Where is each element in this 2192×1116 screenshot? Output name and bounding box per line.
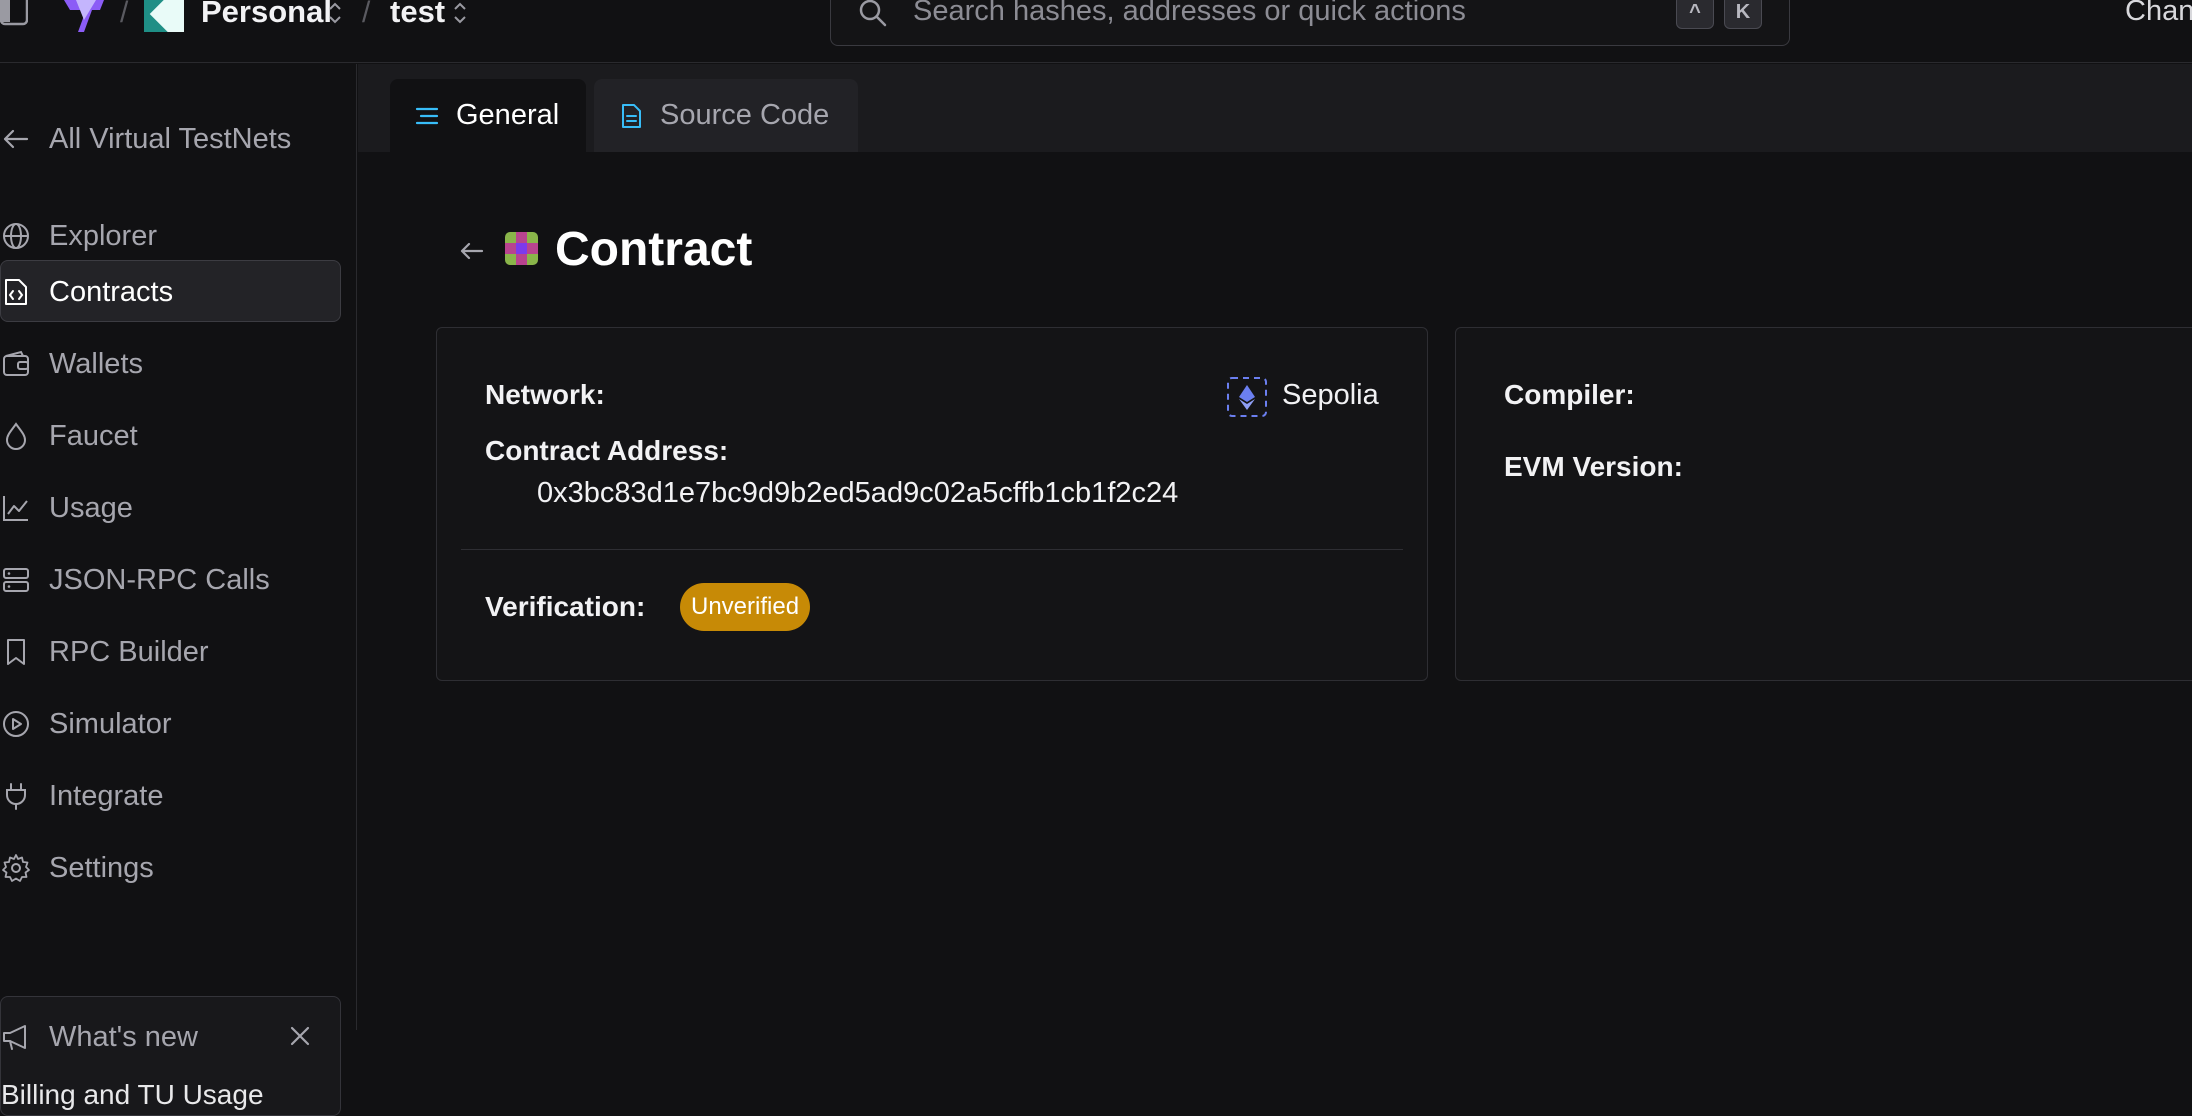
sidebar-item-usage[interactable]: Usage	[0, 476, 341, 538]
contract-avatar	[505, 232, 538, 265]
sidebar: All Virtual TestNets Explorer Contracts …	[0, 64, 357, 1116]
workspace-selector[interactable]: Personal	[201, 0, 332, 30]
sidebar-item-settings[interactable]: Settings	[0, 836, 341, 898]
top-bar: / Personal / test Search hashes, address…	[0, 0, 2192, 63]
verification-label: Verification:	[485, 591, 646, 622]
tab-strip: General Source Code	[358, 64, 2192, 152]
sidebar-item-simulator[interactable]: Simulator	[0, 692, 341, 754]
sidebar-item-label: Usage	[49, 492, 133, 524]
page-title: Contract	[555, 223, 753, 276]
breadcrumb-separator: /	[362, 0, 371, 29]
arrow-left-icon	[3, 129, 29, 149]
workspace-avatar	[144, 0, 184, 32]
breadcrumb-separator: /	[120, 0, 129, 29]
tab-label: Source Code	[660, 99, 830, 131]
bookmark-icon	[7, 639, 25, 665]
chart-line-icon	[3, 496, 28, 521]
sidebar-item-label: Simulator	[49, 708, 172, 740]
search-icon	[859, 0, 887, 27]
shortcut-modifier-key: ^	[1676, 0, 1714, 29]
evm-version-label: EVM Version:	[1504, 451, 1683, 482]
whats-new-headline[interactable]: Billing and TU Usage	[1, 1079, 264, 1111]
toggle-sidebar-icon[interactable]	[0, 0, 28, 28]
chevron-updown-icon[interactable]	[451, 0, 469, 26]
server-icon	[3, 568, 29, 592]
sidebar-item-integrate[interactable]: Integrate	[0, 764, 341, 826]
chevron-updown-icon[interactable]	[326, 0, 344, 26]
sidebar-item-label: RPC Builder	[49, 636, 209, 668]
card-divider	[461, 549, 1403, 550]
compiler-info-card: Compiler: EVM Version:	[1455, 327, 2192, 681]
play-circle-icon	[3, 711, 29, 737]
list-icon	[415, 107, 439, 125]
sidebar-item-label: Wallets	[49, 348, 143, 380]
shortcut-k-key: K	[1724, 0, 1762, 29]
search-placeholder: Search hashes, addresses or quick action…	[913, 0, 1466, 27]
sidebar-item-label: Integrate	[49, 780, 164, 812]
contract-info-card: Network: Sepolia Contract Address: 0x3bc…	[436, 327, 1428, 681]
sidebar-item-label: Faucet	[49, 420, 138, 452]
document-icon	[622, 104, 641, 128]
sidebar-item-faucet[interactable]: Faucet	[0, 404, 341, 466]
ethereum-icon	[1227, 377, 1267, 417]
project-selector[interactable]: test	[390, 0, 445, 30]
topbar-right-link[interactable]: Chan	[2125, 0, 2192, 28]
sidebar-item-label: Contracts	[49, 276, 174, 308]
sidebar-item-explorer[interactable]: Explorer	[0, 204, 341, 266]
sidebar-item-rpc-builder[interactable]: RPC Builder	[0, 620, 341, 682]
file-code-icon	[5, 279, 27, 305]
back-arrow-icon[interactable]	[457, 236, 487, 266]
compiler-label: Compiler:	[1504, 379, 1635, 410]
megaphone-icon	[3, 1025, 26, 1050]
close-icon[interactable]	[285, 1021, 315, 1051]
tab-source-code[interactable]: Source Code	[594, 79, 858, 152]
app-logo-icon[interactable]	[62, 0, 106, 34]
sidebar-item-wallets[interactable]: Wallets	[0, 332, 341, 394]
sidebar-item-contracts[interactable]: Contracts	[0, 260, 341, 322]
tab-general[interactable]: General	[390, 79, 586, 152]
status-badge: Unverified	[680, 583, 811, 631]
sidebar-item-label: JSON-RPC Calls	[49, 564, 270, 596]
contract-address-label: Contract Address:	[485, 435, 729, 466]
sidebar-item-label: Explorer	[49, 220, 157, 252]
network-value[interactable]: Sepolia	[1282, 379, 1379, 412]
droplet-icon	[5, 422, 27, 450]
main-content: General Source Code Contract Network: Se…	[358, 64, 2192, 1030]
back-to-testnets-link[interactable]: All Virtual TestNets	[0, 107, 341, 169]
whats-new-label: What's new	[49, 1021, 198, 1053]
globe-icon	[3, 223, 29, 249]
network-label: Network:	[485, 379, 605, 410]
sidebar-item-json-rpc-calls[interactable]: JSON-RPC Calls	[0, 548, 341, 610]
tab-label: General	[456, 99, 560, 131]
wallet-icon	[3, 350, 29, 376]
gear-icon	[2, 854, 30, 882]
whats-new-panel[interactable]: What's new Billing and TU Usage	[0, 996, 341, 1116]
contract-address-value[interactable]: 0x3bc83d1e7bc9d9b2ed5ad9c02a5cffb1cb1f2c…	[537, 477, 1178, 510]
sidebar-item-label: Settings	[49, 852, 154, 884]
back-link-label: All Virtual TestNets	[49, 123, 292, 155]
plug-icon	[6, 783, 26, 810]
search-bar[interactable]: Search hashes, addresses or quick action…	[830, 0, 1790, 46]
